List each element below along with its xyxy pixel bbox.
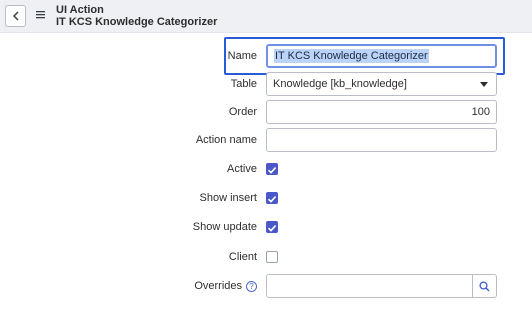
chevron-left-icon — [12, 11, 19, 21]
action-name-row: Action name — [0, 128, 532, 152]
overrides-lookup-button[interactable] — [472, 274, 497, 298]
order-value: 100 — [471, 106, 490, 118]
show-insert-label: Show insert — [199, 192, 257, 204]
action-name-label: Action name — [195, 134, 257, 146]
checkmark-icon — [267, 225, 277, 232]
checkmark-icon — [267, 196, 277, 203]
show-insert-row: Show insert — [0, 186, 532, 210]
client-row: Client — [0, 245, 532, 269]
active-label: Active — [227, 163, 257, 175]
order-row: Order 100 — [0, 100, 532, 124]
order-input[interactable]: 100 — [266, 100, 497, 124]
name-value: IT KCS Knowledge Categorizer — [274, 49, 429, 63]
table-value: Knowledge [kb_knowledge] — [273, 78, 407, 90]
overrides-label-wrap: Overrides ? — [194, 274, 257, 298]
show-insert-checkbox[interactable] — [266, 192, 278, 204]
overrides-label: Overrides — [194, 280, 242, 292]
action-name-input[interactable] — [266, 128, 497, 152]
form-header: UI Action IT KCS Knowledge Categorizer — [0, 0, 532, 33]
order-label: Order — [228, 106, 257, 118]
client-checkbox[interactable] — [266, 251, 278, 263]
name-label: Name — [227, 50, 257, 62]
active-row: Active — [0, 157, 532, 181]
overrides-input[interactable] — [266, 274, 473, 298]
table-select[interactable]: Knowledge [kb_knowledge] — [266, 72, 497, 96]
header-text: UI Action IT KCS Knowledge Categorizer — [56, 4, 217, 29]
table-label: Table — [230, 78, 257, 90]
table-row: Table Knowledge [kb_knowledge] — [0, 72, 532, 96]
show-update-label: Show update — [192, 221, 257, 233]
overrides-row: Overrides ? — [0, 274, 532, 298]
question-circle-icon[interactable]: ? — [246, 280, 257, 292]
client-label: Client — [228, 251, 257, 263]
back-button[interactable] — [5, 5, 26, 27]
search-icon — [479, 280, 490, 291]
caret-down-icon — [480, 82, 488, 87]
show-update-checkbox[interactable] — [266, 221, 278, 233]
record-type: UI Action — [56, 4, 104, 16]
name-input[interactable]: IT KCS Knowledge Categorizer — [266, 44, 497, 68]
hamburger-icon[interactable] — [36, 10, 45, 19]
active-checkbox[interactable] — [266, 163, 278, 175]
record-title: IT KCS Knowledge Categorizer — [56, 16, 218, 28]
checkmark-icon — [267, 167, 277, 174]
name-row: Name IT KCS Knowledge Categorizer — [0, 44, 532, 68]
show-update-row: Show update — [0, 215, 532, 239]
